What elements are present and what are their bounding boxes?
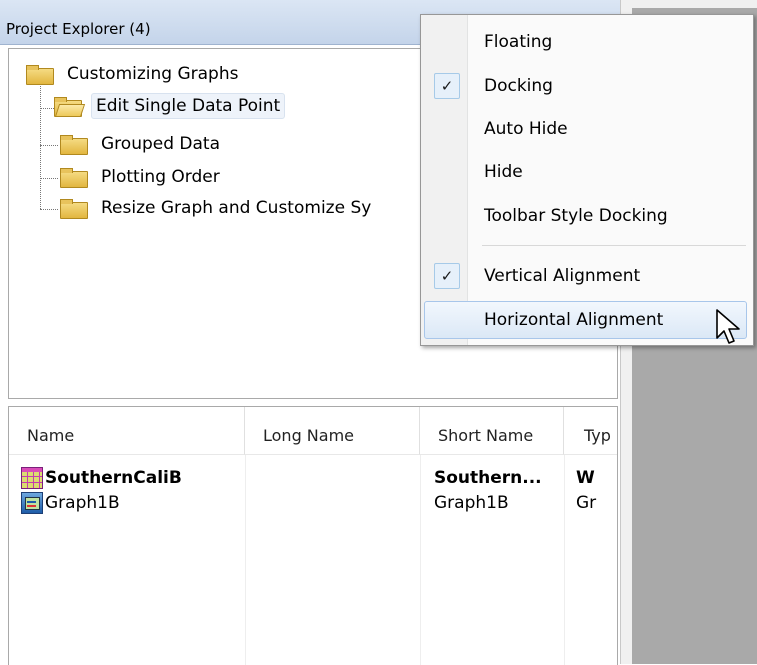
menu-item-label: Auto Hide — [484, 119, 568, 139]
row-name: SouthernCaliB — [45, 468, 182, 488]
menu-item-docking[interactable]: ✓ Docking — [424, 67, 747, 105]
open-folder-icon — [53, 97, 86, 117]
column-header-short-name[interactable]: Short Name — [420, 407, 564, 455]
row-type: W — [576, 468, 595, 488]
menu-separator — [482, 245, 746, 246]
folder-icon — [25, 65, 55, 85]
tree-item-label: Edit Single Data Point — [91, 93, 286, 119]
column-divider — [245, 455, 246, 665]
tree-item-edit-single-data-point[interactable]: Edit Single Data Point — [53, 91, 286, 121]
column-header-name[interactable]: Name — [9, 407, 245, 455]
tree-item-grouped-data[interactable]: Grouped Data — [59, 129, 224, 159]
tree-connector — [40, 178, 58, 179]
tree-item-label: Resize Graph and Customize Sy — [101, 198, 372, 218]
tree-item-label: Customizing Graphs — [67, 64, 239, 84]
row-short-name: Graph1B — [434, 493, 509, 513]
menu-item-label: Vertical Alignment — [484, 266, 641, 286]
row-type: Gr — [576, 493, 597, 513]
object-list[interactable]: Name Long Name Short Name Typ SouthernCa… — [8, 406, 618, 665]
column-header-type[interactable]: Typ — [564, 407, 617, 455]
menu-item-floating[interactable]: Floating — [424, 23, 747, 61]
menu-item-label: Floating — [484, 32, 553, 52]
row-short-name: Southern... — [434, 468, 542, 488]
tree-connector — [40, 145, 58, 146]
tree-item-label: Grouped Data — [101, 134, 220, 154]
menu-item-auto-hide[interactable]: Auto Hide — [424, 110, 747, 148]
graph-icon — [21, 492, 43, 514]
tree-item-resize-graph[interactable]: Resize Graph and Customize Sy — [59, 193, 375, 223]
menu-item-label: Horizontal Alignment — [484, 310, 664, 330]
mouse-cursor-icon — [716, 309, 740, 344]
workbook-icon — [21, 467, 43, 489]
row-name: Graph1B — [45, 493, 120, 513]
tree-item-root[interactable]: Customizing Graphs — [25, 59, 242, 89]
check-icon: ✓ — [434, 263, 460, 289]
window-strip — [620, 0, 757, 8]
menu-item-toolbar-style-docking[interactable]: Toolbar Style Docking — [424, 197, 747, 235]
docking-context-menu[interactable]: Floating ✓ Docking Auto Hide Hide Toolba… — [420, 14, 754, 346]
menu-item-label: Hide — [484, 162, 523, 182]
menu-item-vertical-alignment[interactable]: ✓ Vertical Alignment — [424, 257, 747, 295]
check-icon: ✓ — [434, 73, 460, 99]
column-header-long-name[interactable]: Long Name — [245, 407, 420, 455]
menu-item-label: Docking — [484, 76, 553, 96]
tree-connector — [40, 209, 58, 210]
folder-icon — [59, 135, 89, 155]
tree-connector — [40, 79, 41, 209]
column-divider — [420, 455, 421, 665]
folder-icon — [59, 168, 89, 188]
folder-icon — [59, 199, 89, 219]
menu-item-hide[interactable]: Hide — [424, 153, 747, 191]
panel-title: Project Explorer (4) — [6, 20, 151, 38]
menu-item-horizontal-alignment[interactable]: Horizontal Alignment — [424, 301, 747, 339]
menu-item-label: Toolbar Style Docking — [484, 206, 668, 226]
tree-item-label: Plotting Order — [101, 167, 220, 187]
tree-item-plotting-order[interactable]: Plotting Order — [59, 162, 224, 192]
column-divider — [564, 455, 565, 665]
